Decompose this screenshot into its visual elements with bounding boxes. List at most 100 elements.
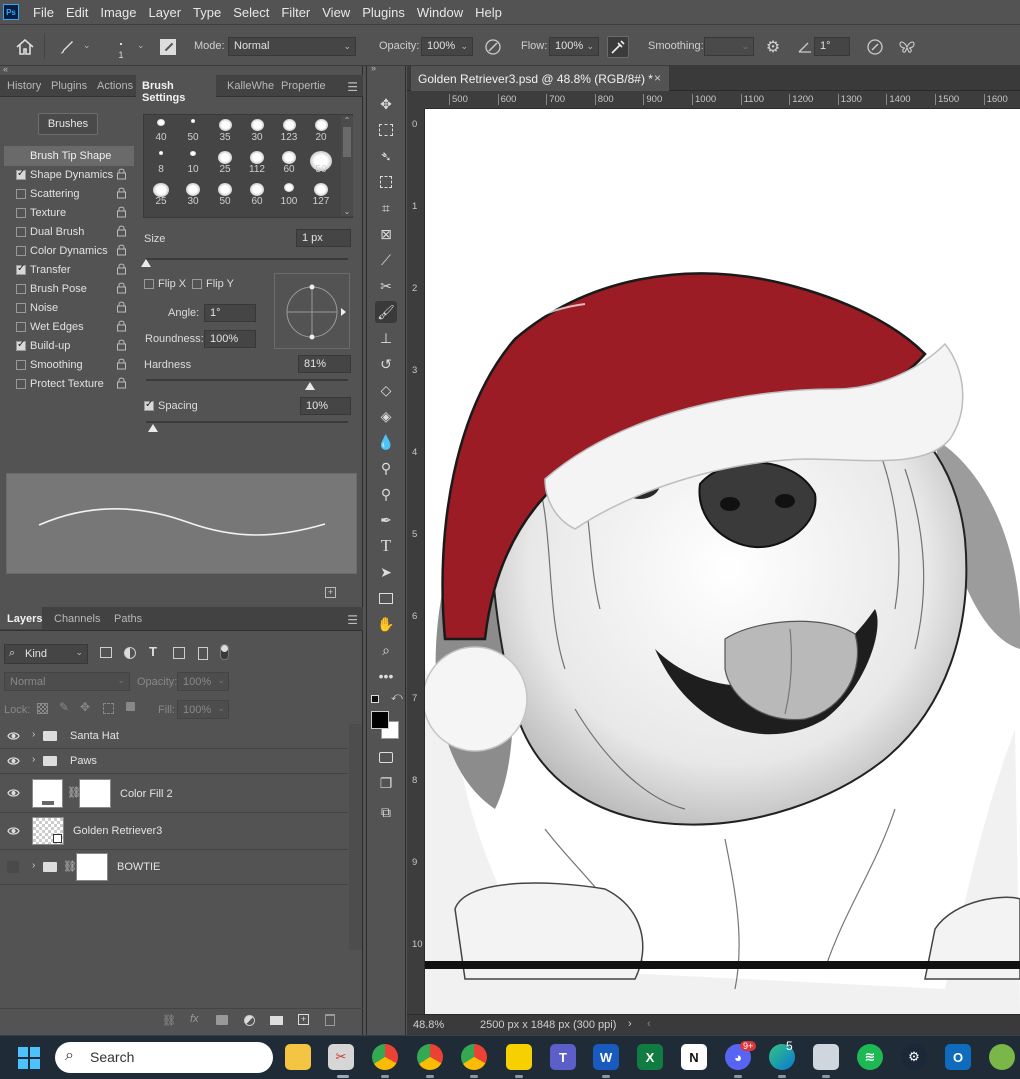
layer-mask-thumbnail[interactable] bbox=[76, 853, 108, 881]
layer-row-color-fill[interactable]: ⛓ Color Fill 2 bbox=[0, 774, 348, 813]
tab-channels[interactable]: Channels bbox=[54, 607, 100, 629]
tab-brush-settings[interactable]: Brush Settings bbox=[136, 75, 216, 104]
path-selection-tool-icon[interactable]: ➤ bbox=[375, 561, 397, 583]
brush-settings-toggle-icon[interactable] bbox=[157, 36, 179, 58]
spacing-field[interactable]: 10% bbox=[300, 397, 351, 415]
generative-fill-icon[interactable]: ⧉ bbox=[375, 801, 397, 823]
panel-menu-icon[interactable]: ☰ bbox=[347, 613, 358, 627]
brush-preset[interactable]: 100 bbox=[273, 181, 305, 207]
lock-icon[interactable] bbox=[116, 358, 127, 370]
tab-properties[interactable]: Propertie bbox=[281, 75, 326, 97]
menu-image[interactable]: Image bbox=[100, 5, 136, 20]
layer-mask-thumbnail[interactable] bbox=[79, 779, 111, 808]
zoom-tool-icon[interactable]: ⌕ bbox=[375, 639, 397, 661]
lasso-tool-icon[interactable]: ➴ bbox=[375, 145, 397, 167]
pressure-opacity-icon[interactable] bbox=[482, 36, 504, 58]
brush-tip-shape-item[interactable]: Brush Tip Shape bbox=[4, 146, 134, 166]
layer-name[interactable]: Golden Retriever3 bbox=[73, 825, 162, 837]
eraser-tool-icon[interactable]: ◇ bbox=[375, 379, 397, 401]
brush-preset[interactable]: 123 bbox=[273, 117, 305, 143]
screen-mode-icon[interactable]: ❐ bbox=[375, 772, 397, 794]
tab-layers[interactable]: Layers bbox=[0, 607, 42, 629]
chevron-down-icon[interactable]: ⌄ bbox=[341, 207, 353, 216]
brush-option-texture[interactable]: Texture bbox=[4, 204, 134, 223]
layer-name[interactable]: Color Fill 2 bbox=[120, 788, 173, 800]
canvas-artwork[interactable] bbox=[425, 109, 1020, 1014]
brush-angle-field[interactable]: 1° bbox=[814, 37, 850, 56]
default-colors-icon[interactable] bbox=[371, 695, 379, 703]
brush-preset[interactable]: 10 bbox=[177, 149, 209, 175]
menu-plugins[interactable]: Plugins bbox=[362, 5, 405, 20]
brush-preset[interactable]: 40 bbox=[145, 117, 177, 143]
lock-icon[interactable] bbox=[116, 187, 127, 199]
lock-icon[interactable] bbox=[116, 168, 127, 180]
lock-icon[interactable] bbox=[116, 282, 127, 294]
filter-toggle-icon[interactable] bbox=[220, 644, 229, 660]
excel-icon[interactable]: X bbox=[637, 1044, 663, 1070]
lock-icon[interactable] bbox=[116, 339, 127, 351]
crop-tool-icon[interactable]: ⌗ bbox=[375, 197, 397, 219]
chevron-down-icon[interactable]: ⌄ bbox=[137, 40, 145, 51]
brush-preset-grid[interactable]: 40 50 35 30 123 20 8 10 25 112 60 50 25 30 50 60 100 127 bbox=[143, 114, 353, 218]
dodge-tool-icon[interactable]: ⚲ bbox=[375, 457, 397, 479]
lock-all-icon[interactable] bbox=[126, 702, 135, 711]
brush-preset[interactable]: 25 bbox=[145, 181, 177, 207]
angle-field[interactable]: 1° bbox=[204, 304, 256, 322]
blend-mode-select[interactable]: Normal ⌄ bbox=[4, 672, 130, 691]
option-checkbox[interactable] bbox=[16, 360, 26, 370]
flow-field[interactable]: 100% ⌄ bbox=[549, 37, 599, 56]
airbrush-icon[interactable] bbox=[607, 36, 629, 58]
home-icon[interactable] bbox=[14, 36, 36, 58]
tab-history[interactable]: History bbox=[7, 75, 41, 97]
chrome-icon[interactable] bbox=[461, 1044, 487, 1070]
printer-app-icon[interactable] bbox=[813, 1044, 839, 1070]
menu-type[interactable]: Type bbox=[193, 5, 221, 20]
eye-icon[interactable] bbox=[7, 788, 20, 800]
brush-option-dual-brush[interactable]: Dual Brush bbox=[4, 223, 134, 242]
roundness-field[interactable]: 100% bbox=[204, 330, 256, 348]
layer-row-bowtie[interactable]: › ⛓ BOWTIE bbox=[0, 850, 348, 885]
option-checkbox[interactable] bbox=[16, 284, 26, 294]
clone-stamp-tool-icon[interactable]: ⊥ bbox=[375, 327, 397, 349]
brush-preset[interactable]: 112 bbox=[241, 149, 273, 175]
filter-smart-object-icon[interactable] bbox=[198, 647, 208, 660]
spacing-slider-track[interactable] bbox=[146, 421, 348, 423]
chevron-up-icon[interactable]: ⌃ bbox=[341, 116, 353, 125]
filter-adjustment-icon[interactable] bbox=[124, 647, 136, 659]
new-group-icon[interactable] bbox=[270, 1016, 283, 1025]
menu-window[interactable]: Window bbox=[417, 5, 463, 20]
eyedropper-tool-icon[interactable]: ⟋ bbox=[375, 249, 397, 271]
spotify-icon[interactable]: ≋ bbox=[857, 1044, 883, 1070]
flip-x-checkbox[interactable] bbox=[144, 279, 154, 289]
lock-icon[interactable] bbox=[116, 377, 127, 389]
brush-option-color-dynamics[interactable]: Color Dynamics bbox=[4, 242, 134, 261]
frog-app-icon[interactable] bbox=[989, 1044, 1015, 1070]
lock-position-icon[interactable]: ✥ bbox=[80, 700, 90, 714]
tab-kallewhe[interactable]: KalleWhe bbox=[227, 75, 274, 97]
eye-icon[interactable] bbox=[7, 731, 20, 743]
hand-tool-icon[interactable]: ✋ bbox=[375, 613, 397, 635]
smudge-tool-icon[interactable]: ⚲ bbox=[375, 483, 397, 505]
teams-icon[interactable]: T bbox=[550, 1044, 576, 1070]
brush-preset[interactable]: 30 bbox=[177, 181, 209, 207]
link-layers-icon[interactable]: ⛓ bbox=[162, 1014, 176, 1027]
snipping-tool-icon[interactable]: ✂ bbox=[328, 1044, 354, 1070]
marquee-tool-icon[interactable] bbox=[375, 119, 397, 141]
scroll-thumb[interactable] bbox=[343, 127, 351, 157]
brush-tool-preset-icon[interactable] bbox=[55, 36, 77, 58]
adjustment-layer-icon[interactable] bbox=[244, 1015, 255, 1026]
notion-icon[interactable]: N bbox=[681, 1044, 707, 1070]
filter-shape-icon[interactable] bbox=[173, 647, 185, 659]
tab-actions[interactable]: Actions bbox=[97, 75, 133, 97]
steam-icon[interactable]: ⚙ bbox=[901, 1044, 927, 1070]
option-checkbox[interactable] bbox=[16, 227, 26, 237]
zoom-level[interactable]: 48.8% bbox=[413, 1019, 444, 1031]
frame-tool-icon[interactable]: ⊠ bbox=[375, 223, 397, 245]
menu-file[interactable]: File bbox=[33, 5, 54, 20]
new-layer-icon[interactable]: + bbox=[298, 1014, 309, 1025]
option-checkbox[interactable] bbox=[16, 263, 26, 275]
mode-select[interactable]: Normal ⌄ bbox=[228, 37, 356, 56]
chevron-right-icon[interactable]: › bbox=[628, 1018, 632, 1030]
chevron-left-icon[interactable]: ‹ bbox=[647, 1018, 651, 1030]
layer-row-paws[interactable]: › Paws bbox=[0, 749, 348, 774]
